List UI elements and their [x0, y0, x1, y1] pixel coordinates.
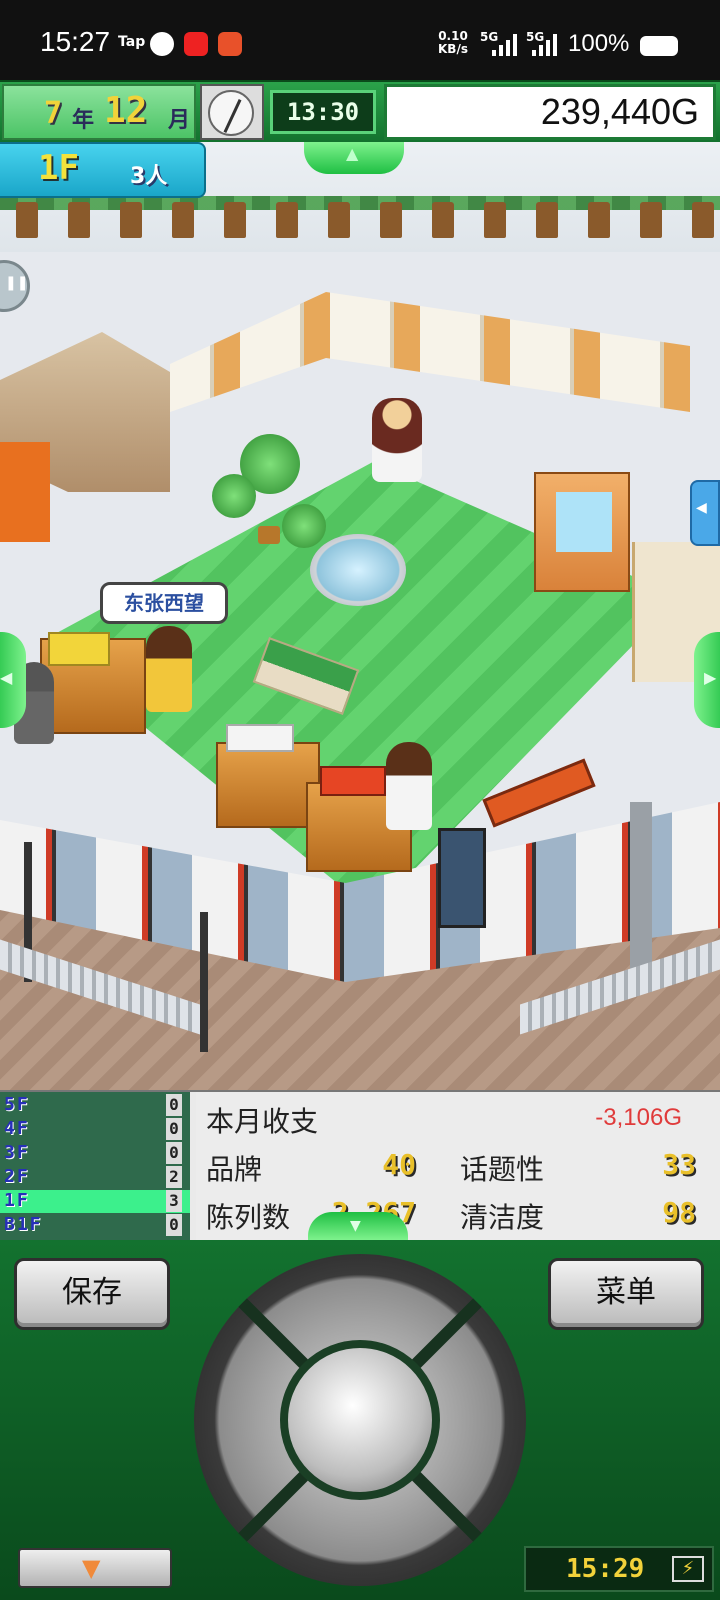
floor-row[interactable]: 5F 0 — [0, 1094, 190, 1117]
floor-row[interactable]: 4F 0 — [0, 1118, 190, 1141]
game-date: 7 年 12 月 — [2, 84, 196, 140]
current-floor: 1F — [38, 148, 79, 188]
potted-plant[interactable] — [282, 504, 326, 548]
message-icon — [150, 32, 174, 56]
signal-icon — [492, 34, 522, 56]
store-stats: 本月收支 -3,106G 品牌 40 话题性 33 陈列数 2,267 清洁度 … — [196, 1092, 720, 1240]
arrow-up-icon[interactable] — [304, 142, 404, 174]
clock-text: 15:29 — [566, 1554, 645, 1584]
controller: 保存 菜单 15:29 ⚡ — [0, 1240, 720, 1600]
clock-icon — [200, 84, 264, 140]
floor-row[interactable]: 3F 0 — [0, 1142, 190, 1165]
cleanliness-label: 清洁度 — [460, 1201, 545, 1234]
status-bar: 15:27 Tap 0.10 KB/s 5G 5G 100% — [0, 0, 720, 82]
potted-plant[interactable] — [212, 474, 256, 518]
floor-list: 5F 0 4F 0 3F 0 2F 2 1F 3 B1F 0 — [0, 1092, 190, 1240]
brand-value: 40 — [382, 1148, 416, 1181]
display-count-label: 陈列数 — [206, 1201, 291, 1234]
money-display: 239,440G — [384, 84, 716, 140]
month-unit: 月 — [168, 108, 191, 133]
signal-icon-2 — [532, 34, 562, 56]
app-badge-icon — [184, 32, 208, 56]
monthly-balance-value: -3,106G — [595, 1104, 682, 1131]
customer[interactable] — [146, 626, 192, 712]
speech-bubble: 东张西望 — [100, 582, 228, 624]
floor-row[interactable]: 2F 2 — [0, 1166, 190, 1189]
taobao-icon — [218, 32, 242, 56]
lamp-post — [200, 912, 208, 1052]
menu-button[interactable]: 菜单 — [548, 1258, 704, 1330]
month-value: 12 — [104, 90, 148, 131]
floor-row-active[interactable]: 1F 3 — [0, 1190, 190, 1213]
arrow-right-icon[interactable] — [694, 632, 720, 728]
plant-pot — [258, 526, 280, 544]
lightning-icon: ⚡ — [672, 1556, 704, 1582]
people-count: 3人 — [130, 164, 168, 189]
battery-percent: 100% — [568, 30, 630, 57]
topic-label: 话题性 — [460, 1153, 545, 1186]
scroll-down-button[interactable] — [18, 1548, 172, 1588]
game-viewport[interactable]: 东张西望 1F 3人 — [0, 142, 720, 1090]
goods-yellow — [48, 632, 110, 666]
floor-badge: 1F 3人 — [0, 142, 206, 198]
fitting-room-window — [556, 492, 612, 552]
monthly-balance-label: 本月收支 — [206, 1105, 319, 1138]
arrow-down-icon[interactable] — [308, 1212, 408, 1240]
display-counter[interactable] — [216, 742, 320, 828]
year-unit: 年 — [72, 108, 95, 133]
year-value: 7 — [44, 96, 63, 131]
tree-row — [0, 202, 720, 242]
mannequin[interactable] — [372, 398, 422, 482]
game-time: 13:30 — [270, 90, 376, 134]
door-orange — [0, 442, 50, 542]
entrance-door[interactable] — [438, 828, 486, 928]
side-panel-toggle[interactable] — [690, 480, 720, 546]
battery-icon — [640, 36, 678, 56]
cleanliness-value: 98 — [662, 1196, 696, 1229]
goods-white — [226, 724, 294, 752]
game-clock: 15:29 ⚡ — [524, 1546, 714, 1592]
staff-clerk[interactable] — [386, 742, 432, 830]
status-time: 15:27 — [40, 26, 111, 57]
brand-label: 品牌 — [206, 1153, 263, 1186]
dpad-center-button[interactable] — [280, 1340, 440, 1500]
goods-red — [320, 766, 386, 796]
save-button[interactable]: 保存 — [14, 1258, 170, 1330]
tap-label: Tap — [118, 34, 146, 50]
topic-value: 33 — [662, 1148, 696, 1181]
game-hud: 7 年 12 月 13:30 239,440G — [0, 80, 720, 144]
net-speed: 0.10 KB/s — [438, 29, 468, 56]
floor-row[interactable]: B1F 0 — [0, 1214, 190, 1237]
fountain[interactable] — [310, 534, 406, 606]
arrow-left-icon[interactable] — [0, 632, 26, 728]
dpad[interactable] — [194, 1254, 526, 1586]
